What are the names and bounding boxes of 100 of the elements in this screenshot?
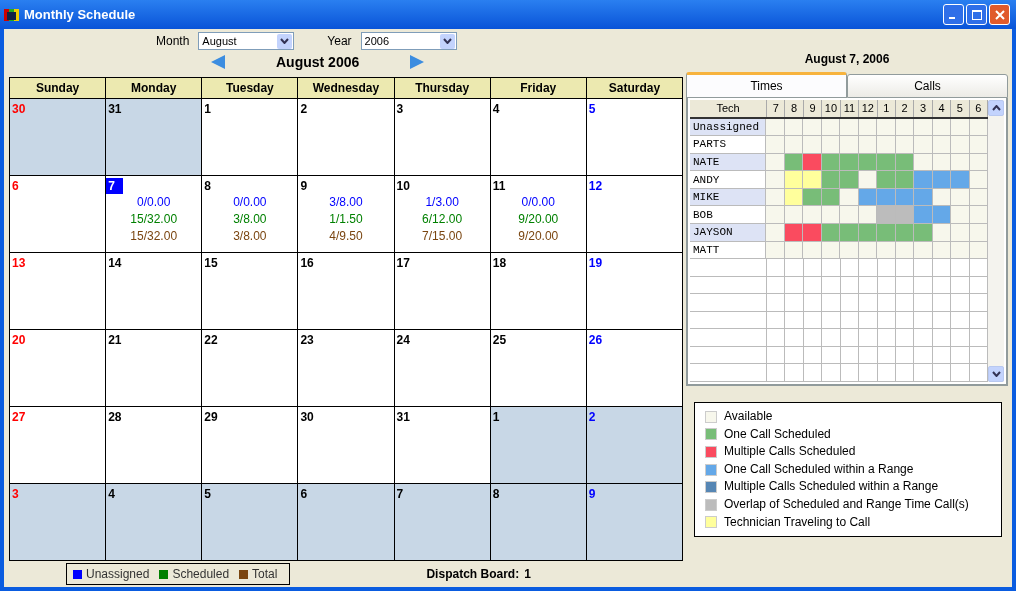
call-count: 3/8.00	[329, 194, 363, 211]
day-cell[interactable]: 12	[586, 176, 682, 252]
column-header: 11	[840, 100, 860, 117]
day-cell[interactable]: 14	[106, 253, 202, 329]
day-cell[interactable]: 4	[106, 484, 202, 560]
day-number: 30	[11, 101, 27, 117]
day-number: 3	[395, 101, 405, 117]
legend-label: Unassigned	[86, 567, 150, 581]
call-count: 9/20.00	[518, 228, 559, 245]
legend-label: Multiple Calls Scheduled	[724, 443, 856, 461]
day-cell[interactable]: 31	[106, 99, 202, 175]
day-cell[interactable]: 5	[586, 99, 682, 175]
close-button[interactable]	[989, 4, 1010, 25]
day-cell[interactable]: 28	[106, 407, 202, 483]
day-cell[interactable]: 23	[298, 330, 394, 406]
call-count: 6/12.00	[422, 211, 463, 228]
day-cell[interactable]: 8 0/0.00 3/8.00 3/8.00	[202, 176, 298, 252]
selected-date: August 7, 2006	[803, 52, 891, 68]
day-cell[interactable]: 27	[10, 407, 106, 483]
column-header: 4	[932, 100, 952, 117]
day-cell[interactable]: 10 1/3.00 6/12.00 7/15.00	[394, 176, 490, 252]
legend-label: Total	[252, 567, 278, 581]
day-number: 9	[587, 486, 597, 502]
close-icon	[994, 9, 1005, 20]
call-count: 15/32.00	[130, 228, 178, 245]
day-cell[interactable]: 20	[10, 330, 106, 406]
day-cell[interactable]: 25	[490, 330, 586, 406]
maximize-icon	[971, 9, 982, 20]
chevron-down-icon	[442, 38, 452, 44]
day-number: 16	[299, 255, 315, 271]
weekday-header: Monday	[106, 78, 202, 98]
tab[interactable]: Times	[686, 72, 847, 98]
call-count: 9/20.00	[518, 211, 559, 228]
day-cell[interactable]: 13	[10, 253, 106, 329]
day-cell[interactable]: 26	[586, 330, 682, 406]
weekday-header: Sunday	[10, 78, 106, 98]
day-number: 15	[203, 255, 219, 271]
day-cell[interactable]: 1	[202, 99, 298, 175]
day-cell[interactable]: 6	[10, 176, 106, 252]
year-dropdown[interactable]: 2006	[360, 32, 457, 50]
call-count: 4/9.50	[329, 228, 363, 245]
legend-label: One Call Scheduled within a Range	[724, 460, 914, 478]
chevron-down-icon	[991, 371, 1001, 377]
day-cell[interactable]: 22	[202, 330, 298, 406]
day-number: 1	[491, 409, 501, 425]
day-cell[interactable]: 11 0/0.00 9/20.00 9/20.00	[490, 176, 586, 252]
maximize-button[interactable]	[966, 4, 987, 25]
column-header: 7	[767, 100, 786, 117]
call-count: 0/0.00	[233, 194, 267, 211]
column-header: 1	[877, 100, 896, 117]
day-cell[interactable]: 31	[394, 407, 490, 483]
day-number: 5	[203, 486, 212, 502]
dispatch-board-value: 1	[524, 567, 531, 581]
minimize-icon	[949, 17, 955, 19]
scrollbar[interactable]	[988, 100, 1004, 382]
day-number: 11	[491, 178, 507, 194]
legend-label: Available	[724, 408, 773, 425]
day-cell[interactable]: 29	[202, 407, 298, 483]
day-number: 7	[395, 486, 405, 502]
day-cell[interactable]: 18	[490, 253, 586, 329]
day-cell[interactable]: 9 3/8.00 1/1.50 4/9.50	[298, 176, 394, 252]
day-cell[interactable]: 19	[586, 253, 682, 329]
day-cell[interactable]: 21	[106, 330, 202, 406]
previous-month-icon[interactable]	[210, 54, 226, 70]
day-cell[interactable]: 9	[586, 484, 682, 560]
day-number: 10	[395, 178, 411, 194]
day-cell[interactable]: 1	[490, 407, 586, 483]
call-count: 3/8.00	[233, 211, 267, 228]
column-header: 2	[895, 100, 915, 117]
day-number: 23	[299, 332, 315, 348]
scroll-down-button[interactable]	[988, 366, 1004, 382]
day-cell[interactable]: 4	[490, 99, 586, 175]
day-cell[interactable]: 15	[202, 253, 298, 329]
weekday-header: Thursday	[394, 78, 490, 98]
minimize-button[interactable]	[943, 4, 964, 25]
day-cell[interactable]: 30	[298, 407, 394, 483]
day-cell[interactable]: 8	[490, 484, 586, 560]
scroll-up-button[interactable]	[988, 100, 1004, 116]
day-cell[interactable]: 7	[394, 484, 490, 560]
weekday-header: Wednesday	[298, 78, 394, 98]
tab[interactable]: Calls	[847, 74, 1008, 98]
day-cell[interactable]: 24	[394, 330, 490, 406]
next-month-icon[interactable]	[409, 54, 426, 70]
call-count: 15/32.00	[130, 211, 178, 228]
month-heading: August 2006	[276, 54, 360, 70]
legend-label: One Call Scheduled	[724, 425, 831, 443]
day-cell[interactable]: 3	[394, 99, 490, 175]
day-cell[interactable]: 16	[298, 253, 394, 329]
day-cell[interactable]: 2	[298, 99, 394, 175]
day-cell[interactable]: 6	[298, 484, 394, 560]
legend-label: Scheduled	[172, 567, 230, 581]
day-cell[interactable]: 2	[586, 407, 682, 483]
day-number: 8	[203, 178, 212, 194]
day-cell[interactable]: 17	[394, 253, 490, 329]
day-cell[interactable]: 5	[202, 484, 298, 560]
day-cell[interactable]: 7 0/0.00 15/32.00 15/32.00	[106, 176, 202, 252]
day-number: 21	[107, 332, 123, 348]
month-dropdown[interactable]: August	[198, 32, 295, 50]
day-number: 3	[11, 486, 20, 502]
call-count: 0/0.00	[521, 194, 555, 211]
